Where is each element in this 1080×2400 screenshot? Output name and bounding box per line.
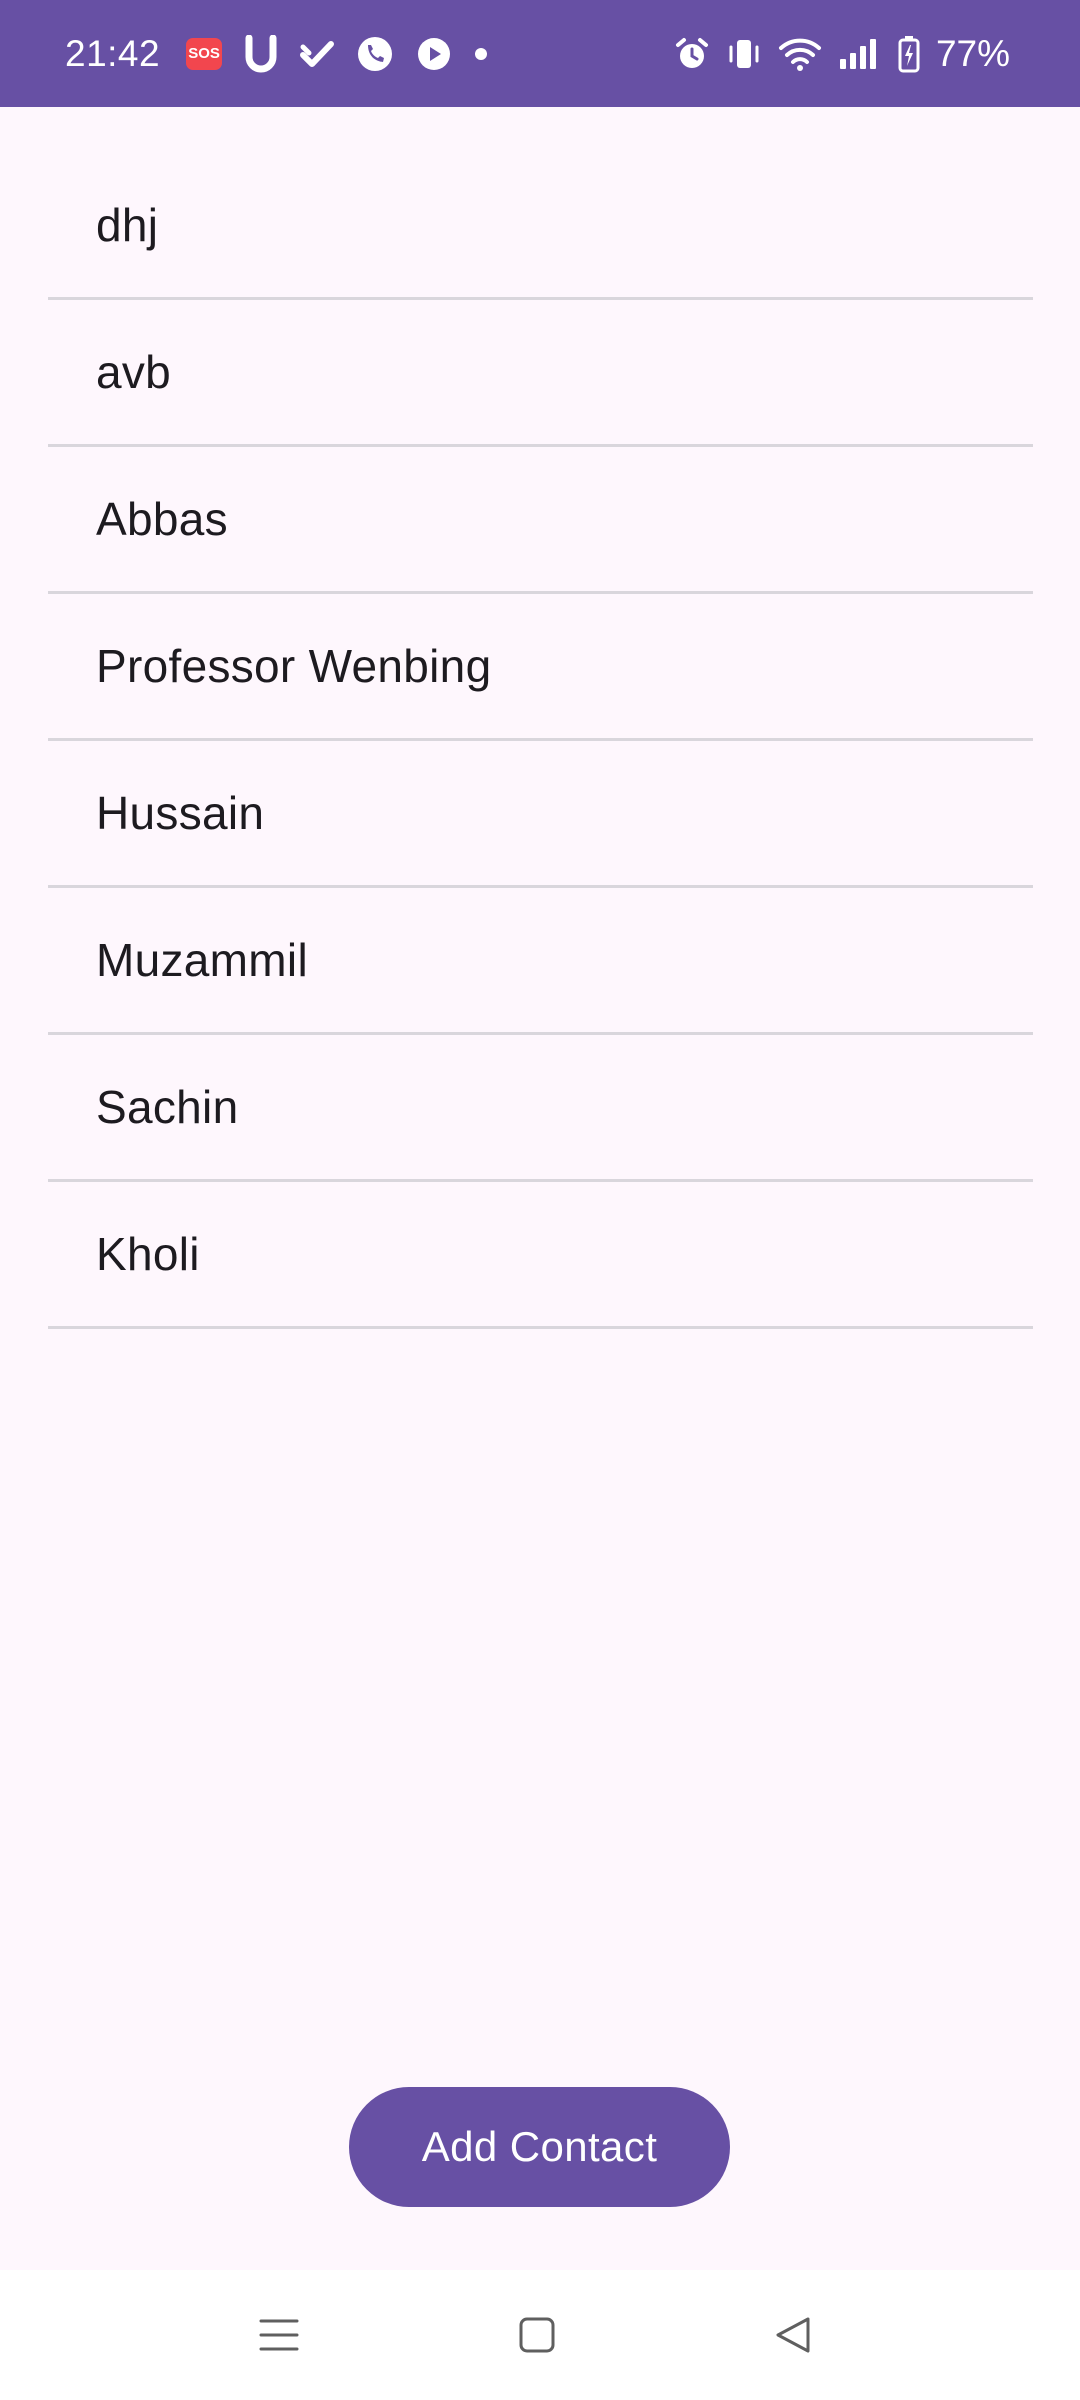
u-app-icon <box>244 34 278 73</box>
contact-name: dhj <box>96 199 159 251</box>
contact-list-item[interactable]: Muzammil <box>48 888 1033 1035</box>
wifi-icon <box>778 36 822 72</box>
dot-icon <box>474 47 488 61</box>
phone-icon <box>356 35 394 73</box>
home-icon <box>519 2317 555 2353</box>
alarm-icon <box>674 36 710 72</box>
status-left: 21:42 SOS <box>65 33 488 75</box>
contact-name: Sachin <box>96 1081 239 1133</box>
nav-menu-button[interactable] <box>219 2270 339 2400</box>
contact-list-item[interactable]: Hussain <box>48 741 1033 888</box>
check-icon <box>300 39 335 69</box>
contact-list-item[interactable]: Professor Wenbing <box>48 594 1033 741</box>
play-app-icon <box>416 36 452 72</box>
add-contact-button[interactable]: Add Contact <box>349 2087 730 2207</box>
nav-back-button[interactable] <box>733 2270 853 2400</box>
sos-icon: SOS <box>186 37 223 70</box>
status-right: 77% <box>674 33 1010 75</box>
contact-name: Abbas <box>96 493 228 545</box>
contact-list-item[interactable]: Kholi <box>48 1182 1033 1329</box>
contact-name: avb <box>96 346 172 398</box>
navigation-bar <box>0 2270 1080 2400</box>
menu-icon <box>259 2319 299 2351</box>
contact-list-item[interactable]: dhj <box>48 153 1033 300</box>
battery-icon <box>898 35 920 73</box>
contact-name: Kholi <box>96 1228 200 1280</box>
contact-name: Muzammil <box>96 934 308 986</box>
status-time: 21:42 <box>65 32 161 74</box>
back-icon <box>776 2317 810 2353</box>
vibrate-icon <box>726 36 762 72</box>
contact-list-item[interactable]: avb <box>48 300 1033 447</box>
nav-home-button[interactable] <box>477 2270 597 2400</box>
contact-list-item[interactable]: Abbas <box>48 447 1033 594</box>
battery-percent: 77% <box>935 32 1010 74</box>
contact-list-item[interactable]: Sachin <box>48 1035 1033 1182</box>
signal-icon <box>838 37 882 71</box>
contact-name: Professor Wenbing <box>96 640 492 692</box>
contact-list: dhj avb Abbas Professor Wenbing Hussain … <box>48 153 1033 1329</box>
status-bar: 21:42 SOS 77% <box>0 0 1080 107</box>
contact-name: Hussain <box>96 787 265 839</box>
